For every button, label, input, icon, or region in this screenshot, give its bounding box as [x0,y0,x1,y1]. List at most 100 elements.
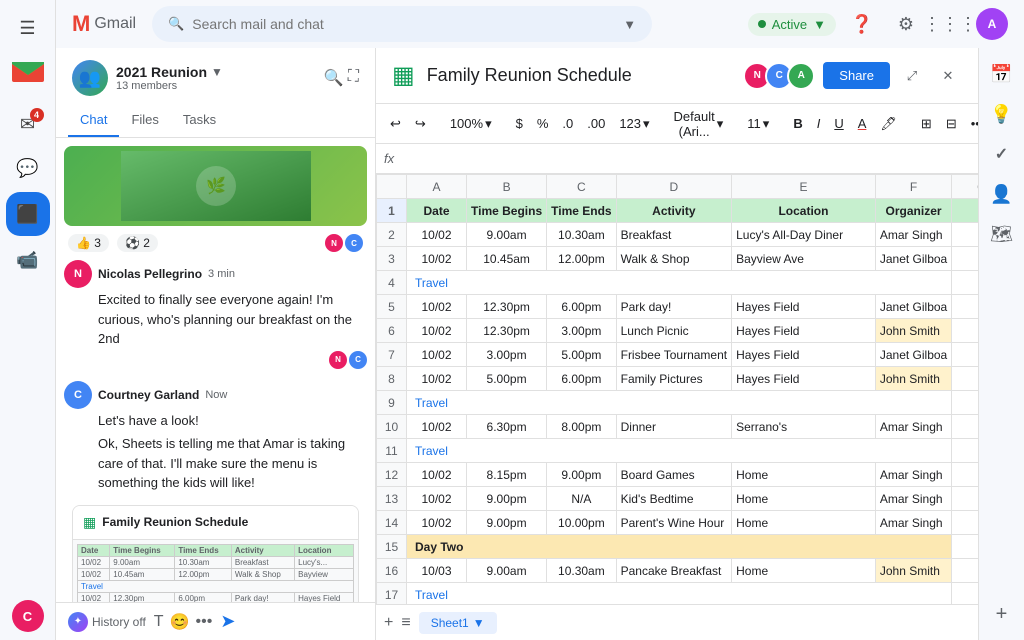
col-a-header[interactable]: A [407,175,467,199]
cell-organizer[interactable]: Amar Singh [875,463,951,487]
italic-button[interactable]: I [811,110,827,138]
cell-time-begins[interactable]: 9.00am [467,559,547,583]
currency-button[interactable]: $ [510,110,529,138]
cell-date[interactable]: 10/02 [407,511,467,535]
header-location[interactable]: Location [732,199,876,223]
cell-extra[interactable] [952,367,978,391]
search-input[interactable] [192,16,615,32]
add-sheet-icon[interactable]: + [384,614,393,632]
ai-assist-button[interactable]: ✦ History off [68,612,146,632]
cell-extra[interactable] [952,343,978,367]
cell-organizer[interactable]: Janet Gilboa [875,295,951,319]
search-chat-icon[interactable]: 🔍 [324,68,344,88]
header-activity[interactable]: Activity [616,199,732,223]
cell-location[interactable]: Home [732,463,876,487]
thumbs-up-reaction[interactable]: 👍 3 [68,234,109,252]
settings-icon[interactable]: ⚙ [888,6,924,42]
cell-activity[interactable]: Family Pictures [616,367,732,391]
cell-time-ends[interactable]: 12.00pm [547,247,616,271]
cell-organizer[interactable]: John Smith [875,559,951,583]
apps-icon[interactable]: ⋮⋮⋮ [932,6,968,42]
cell-location[interactable]: Lucy's All-Day Diner [732,223,876,247]
cell-date[interactable]: 10/02 [407,463,467,487]
col-g-header[interactable]: G [952,175,978,199]
more-toolbar-button[interactable]: ••• [965,110,978,138]
col-d-header[interactable]: D [616,175,732,199]
tab-files[interactable]: Files [119,104,170,137]
cell-activity[interactable]: Parent's Wine Hour [616,511,732,535]
spaces-nav-icon[interactable]: ⬛ [6,192,50,236]
cell-organizer[interactable]: Amar Singh [875,511,951,535]
cell-location[interactable]: Hayes Field [732,367,876,391]
underline-button[interactable]: U [828,110,849,138]
cell-extra[interactable] [952,415,978,439]
cell-extra[interactable] [952,511,978,535]
decimal-more-button[interactable]: .00 [581,110,611,138]
tasks-sidebar-icon[interactable]: ✓ [984,136,1020,172]
font-dropdown[interactable]: Default (Ari... ▾ [668,110,730,138]
header-extra[interactable] [952,199,978,223]
travel-row-cell[interactable]: Travel [407,439,952,463]
text-color-button[interactable]: A [852,110,873,138]
cell-extra[interactable] [952,559,978,583]
cell-activity[interactable]: Kid's Bedtime [616,487,732,511]
search-dropdown-icon[interactable]: ▼ [623,17,636,32]
cell-time-ends[interactable]: 6.00pm [547,367,616,391]
cell-time-begins[interactable]: 6.30pm [467,415,547,439]
cell-location[interactable]: Hayes Field [732,343,876,367]
chat-name-dropdown[interactable]: ▼ [211,65,223,79]
decimal-less-button[interactable]: .0 [556,110,579,138]
cell-organizer[interactable]: Amar Singh [875,223,951,247]
cell-location[interactable]: Hayes Field [732,319,876,343]
cell-extra[interactable] [952,247,978,271]
help-icon[interactable]: ❓ [844,6,880,42]
day-row-cell[interactable]: Day Two [407,535,952,559]
keep-sidebar-icon[interactable]: 💡 [984,96,1020,132]
cell-date[interactable]: 10/02 [407,223,467,247]
sheet-tab-dropdown[interactable]: ▼ [473,616,485,630]
col-e-header[interactable]: E [732,175,876,199]
cell-time-ends[interactable]: 9.00pm [547,463,616,487]
cell-location[interactable]: Serrano's [732,415,876,439]
cell-activity[interactable]: Park day! [616,295,732,319]
chat-nav-icon[interactable]: 💬 [8,148,48,188]
cell-date[interactable]: 10/02 [407,247,467,271]
meet-nav-icon[interactable]: 📹 [8,240,48,280]
cell-time-begins[interactable]: 9.00am [467,223,547,247]
cell-activity[interactable]: Dinner [616,415,732,439]
header-date[interactable]: Date [407,199,467,223]
cell-date[interactable]: 10/02 [407,367,467,391]
cell-date[interactable]: 10/02 [407,487,467,511]
cell-date[interactable]: 10/02 [407,343,467,367]
user-avatar[interactable]: C [12,600,44,632]
cell-extra[interactable] [952,319,978,343]
add-sidebar-icon[interactable]: + [984,596,1020,632]
cell-time-begins[interactable]: 3.00pm [467,343,547,367]
bold-button[interactable]: B [787,110,808,138]
tab-tasks[interactable]: Tasks [171,104,228,137]
embedded-sheet[interactable]: ▦ Family Reunion Schedule DateTime Begin… [72,505,359,603]
sheet-tab[interactable]: Sheet1 ▼ [419,612,497,634]
more-options-icon[interactable]: ⛶ [348,68,359,88]
cell-activity[interactable]: Pancake Breakfast [616,559,732,583]
cell-time-begins[interactable]: 8.15pm [467,463,547,487]
cell-location[interactable]: Home [732,511,876,535]
cell-time-begins[interactable]: 5.00pm [467,367,547,391]
format-dropdown[interactable]: 123 ▾ [613,110,655,138]
cell-time-ends[interactable]: 8.00pm [547,415,616,439]
cell-time-begins[interactable]: 10.45am [467,247,547,271]
col-f-header[interactable]: F [875,175,951,199]
cell-activity[interactable]: Breakfast [616,223,732,247]
mail-nav-icon[interactable]: ✉ 4 [8,104,48,144]
more-chat-options-icon[interactable]: ••• [196,613,213,631]
ball-reaction[interactable]: ⚽ 2 [117,234,158,252]
font-size-dropdown[interactable]: 11 ▾ [741,110,775,138]
cell-time-begins[interactable]: 12.30pm [467,319,547,343]
open-external-icon[interactable]: ⤢ [898,62,926,90]
cell-extra[interactable] [952,223,978,247]
cell-extra[interactable] [952,463,978,487]
cell-organizer[interactable]: Amar Singh [875,487,951,511]
cell-location[interactable]: Hayes Field [732,295,876,319]
contacts-sidebar-icon[interactable]: 👤 [984,176,1020,212]
format-text-icon[interactable]: T [154,613,164,631]
